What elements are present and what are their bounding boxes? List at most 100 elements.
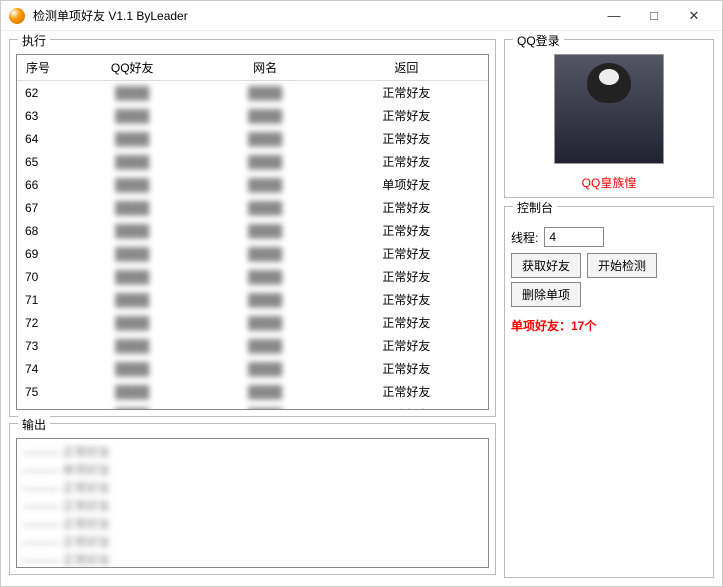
- cell: 正常好友: [325, 219, 488, 242]
- cell: ████: [59, 173, 205, 196]
- avatar: [554, 54, 664, 164]
- close-button[interactable]: ✕: [674, 2, 714, 30]
- output-line: ——— 单项好友: [23, 461, 482, 478]
- cell: ████: [59, 403, 205, 410]
- cell: ████: [205, 403, 324, 410]
- delete-single-button[interactable]: 删除单项: [511, 282, 581, 307]
- cell: ████: [59, 104, 205, 127]
- output-line: ——— 正常好友: [23, 479, 482, 496]
- cell: 75: [17, 380, 59, 403]
- cell: 74: [17, 357, 59, 380]
- cell: 正常好友: [325, 104, 488, 127]
- col-header-0[interactable]: 序号: [17, 55, 59, 81]
- cell: 正常好友: [325, 357, 488, 380]
- output-box[interactable]: ——— 正常好友——— 单项好友——— 正常好友——— 正常好友——— 正常好友…: [16, 438, 489, 568]
- cell: ████: [59, 265, 205, 288]
- cell: ████: [205, 219, 324, 242]
- table-row[interactable]: 69████████正常好友: [17, 242, 488, 265]
- cell: ████: [59, 334, 205, 357]
- left-panel: 执行 序号QQ好友网名返回 62████████正常好友63████████正常…: [9, 39, 496, 578]
- nickname: QQ皇族惶: [582, 174, 637, 191]
- login-group: QQ登录 QQ皇族惶: [504, 39, 714, 198]
- table-row[interactable]: 64████████正常好友: [17, 127, 488, 150]
- table-row[interactable]: 74████████正常好友: [17, 357, 488, 380]
- table-row[interactable]: 63████████正常好友: [17, 104, 488, 127]
- thread-label: 线程:: [511, 229, 538, 246]
- table-row[interactable]: 75████████正常好友: [17, 380, 488, 403]
- console-group: 控制台 线程: 获取好友 开始检测 删除单项 单项好友：17个: [504, 206, 714, 578]
- result-text: 单项好友：17个: [511, 317, 707, 334]
- table-row[interactable]: 72████████正常好友: [17, 311, 488, 334]
- cell: 正常好友: [325, 311, 488, 334]
- cell: ████: [59, 81, 205, 105]
- table-row[interactable]: 67████████正常好友: [17, 196, 488, 219]
- cell: 正常好友: [325, 380, 488, 403]
- cell: 正常好友: [325, 265, 488, 288]
- cell: ████: [205, 173, 324, 196]
- right-panel: QQ登录 QQ皇族惶 控制台 线程: 获取好友 开始检测 删除单项: [504, 39, 714, 578]
- cell: 62: [17, 81, 59, 105]
- cell: 76: [17, 403, 59, 410]
- cell: ████: [205, 196, 324, 219]
- cell: 正常好友: [325, 150, 488, 173]
- table-row[interactable]: 68████████正常好友: [17, 219, 488, 242]
- col-header-1[interactable]: QQ好友: [59, 55, 205, 81]
- login-legend: QQ登录: [513, 32, 564, 49]
- cell: ████: [59, 242, 205, 265]
- cell: ████: [59, 196, 205, 219]
- cell: 正常好友: [325, 127, 488, 150]
- thread-input[interactable]: [544, 227, 604, 247]
- execute-legend: 执行: [18, 32, 50, 49]
- cell: 71: [17, 288, 59, 311]
- cell: 69: [17, 242, 59, 265]
- output-line: ——— 正常好友: [23, 443, 482, 460]
- cell: ████: [205, 81, 324, 105]
- cell: 73: [17, 334, 59, 357]
- cell: ████: [59, 127, 205, 150]
- cell: ████: [59, 219, 205, 242]
- cell: 单项好友: [325, 173, 488, 196]
- cell: 64: [17, 127, 59, 150]
- output-line: ——— 正常好友: [23, 497, 482, 514]
- cell: ████: [205, 334, 324, 357]
- table-row[interactable]: 71████████正常好友: [17, 288, 488, 311]
- cell: ████: [205, 357, 324, 380]
- output-line: ——— 正常好友: [23, 551, 482, 568]
- cell: ████: [205, 150, 324, 173]
- start-detect-button[interactable]: 开始检测: [587, 253, 657, 278]
- friend-table-wrap[interactable]: 序号QQ好友网名返回 62████████正常好友63████████正常好友6…: [16, 54, 489, 410]
- table-row[interactable]: 65████████正常好友: [17, 150, 488, 173]
- window-controls: — □ ✕: [594, 2, 714, 30]
- table-row[interactable]: 62████████正常好友: [17, 81, 488, 105]
- col-header-2[interactable]: 网名: [205, 55, 324, 81]
- friend-table: 序号QQ好友网名返回 62████████正常好友63████████正常好友6…: [17, 55, 488, 410]
- table-row[interactable]: 73████████正常好友: [17, 334, 488, 357]
- console-legend: 控制台: [513, 199, 557, 216]
- cell: ████: [205, 311, 324, 334]
- fetch-friends-button[interactable]: 获取好友: [511, 253, 581, 278]
- table-row[interactable]: 66████████单项好友: [17, 173, 488, 196]
- cell: 正常好友: [325, 81, 488, 105]
- app-icon: [9, 8, 25, 24]
- cell: 70: [17, 265, 59, 288]
- cell: 正常好友: [325, 242, 488, 265]
- cell: 67: [17, 196, 59, 219]
- cell: ████: [59, 357, 205, 380]
- cell: 72: [17, 311, 59, 334]
- cell: ████: [205, 242, 324, 265]
- output-line: ——— 正常好友: [23, 515, 482, 532]
- minimize-button[interactable]: —: [594, 2, 634, 30]
- titlebar: 检测单项好友 V1.1 ByLeader — □ ✕: [1, 1, 722, 31]
- app-window: 检测单项好友 V1.1 ByLeader — □ ✕ 执行 序号QQ好友网名返回…: [0, 0, 723, 587]
- table-row[interactable]: 70████████正常好友: [17, 265, 488, 288]
- output-line: ——— 正常好友: [23, 533, 482, 550]
- cell: 66: [17, 173, 59, 196]
- cell: ████: [205, 288, 324, 311]
- cell: ████: [205, 127, 324, 150]
- cell: ████: [59, 150, 205, 173]
- cell: ████: [205, 380, 324, 403]
- col-header-3[interactable]: 返回: [325, 55, 488, 81]
- cell: 正常好友: [325, 334, 488, 357]
- table-row[interactable]: 76████████正常好友: [17, 403, 488, 410]
- maximize-button[interactable]: □: [634, 2, 674, 30]
